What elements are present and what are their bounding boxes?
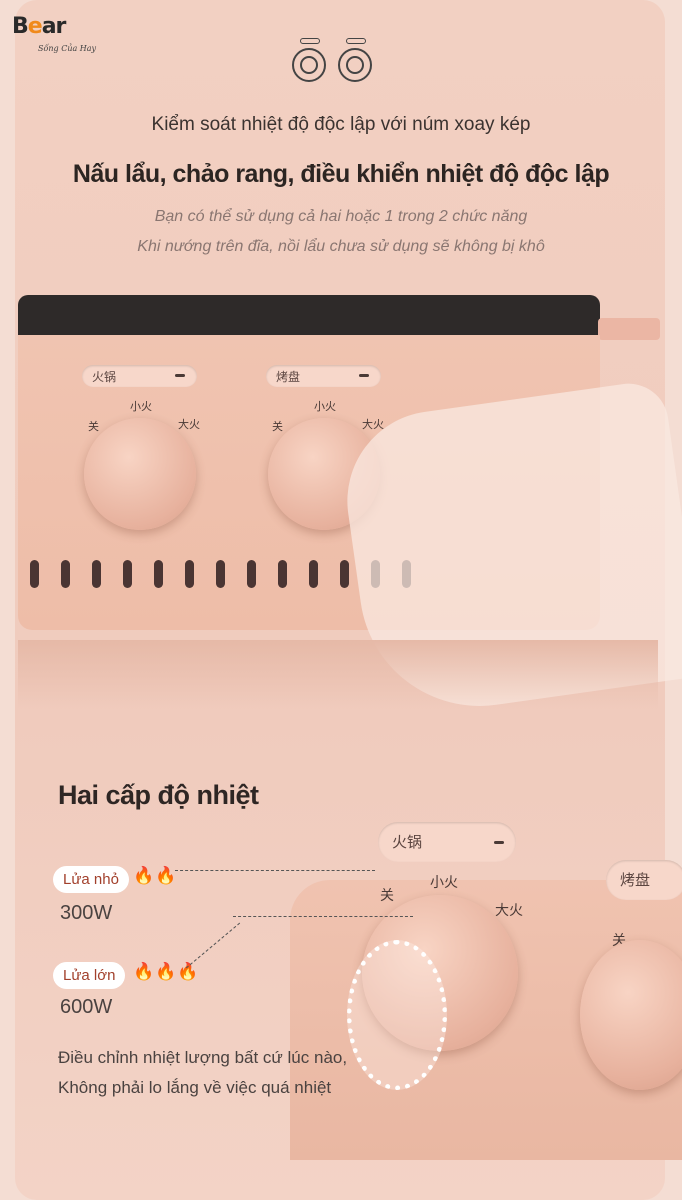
page-title: Nấu lẩu, chảo rang, điều khiển nhiệt độ …: [72, 160, 610, 188]
description-line-1: Bạn có thể sử dụng cả hai hoặc 1 trong 2…: [154, 208, 528, 225]
knob1-high-label: 大火: [178, 419, 200, 431]
panel-hotpot-label: 火锅: [92, 370, 117, 384]
brand-tagline: Sống Của Hay: [38, 44, 97, 53]
panel-grill: 烤盘: [266, 365, 381, 387]
brand-logo: Bear: [12, 14, 66, 39]
leader-line-low: [175, 870, 375, 871]
knob2-off-label: 关: [272, 421, 283, 433]
panel-grill-label: 烤盘: [276, 370, 301, 384]
closeup-panel-grill: 烤盘: [606, 860, 682, 900]
appliance-handle: [598, 318, 660, 340]
vents: [30, 560, 411, 588]
levels-heading: Hai cấp độ nhiệt: [58, 780, 259, 810]
appliance-shadow: [18, 640, 658, 710]
closeup-panel-hotpot: 火锅: [378, 822, 516, 862]
description-line-2: Khi nướng trên đĩa, nồi lẩu chưa sử dụng…: [137, 238, 545, 255]
closeup-panel-hotpot-label: 火锅: [392, 834, 423, 851]
knob-highlight-ring: [347, 940, 447, 1090]
level-high-power: 600W: [60, 996, 113, 1018]
level-low-pill: Lửa nhỏ: [53, 866, 129, 893]
closeup-low-label: 小火: [430, 874, 458, 890]
knob2-low-label: 小火: [314, 401, 336, 413]
panel-hotpot: 火锅: [82, 365, 197, 387]
knob1-off-label: 关: [88, 421, 99, 433]
note-line-2: Không phải lo lắng về việc quá nhiệt: [58, 1078, 332, 1097]
dual-knob-icon: [292, 38, 374, 82]
closeup-panel-grill-label: 烤盘: [620, 872, 651, 889]
level-high-pill: Lửa lớn: [53, 962, 126, 989]
hotpot-knob[interactable]: [84, 418, 196, 530]
leader-line-high: [233, 916, 413, 917]
level-low-power: 300W: [60, 902, 113, 924]
note-line-1: Điều chỉnh nhiệt lượng bất cứ lúc nào,: [58, 1048, 348, 1067]
appliance-lid: [18, 295, 600, 337]
subtitle: Kiểm soát nhiệt độ độc lập với núm xoay …: [151, 114, 531, 135]
closeup-off-label: 关: [380, 887, 394, 903]
closeup-high-label: 大火: [495, 902, 523, 918]
knob1-low-label: 小火: [130, 401, 152, 413]
flame-icons-2: 🔥🔥: [133, 866, 178, 885]
